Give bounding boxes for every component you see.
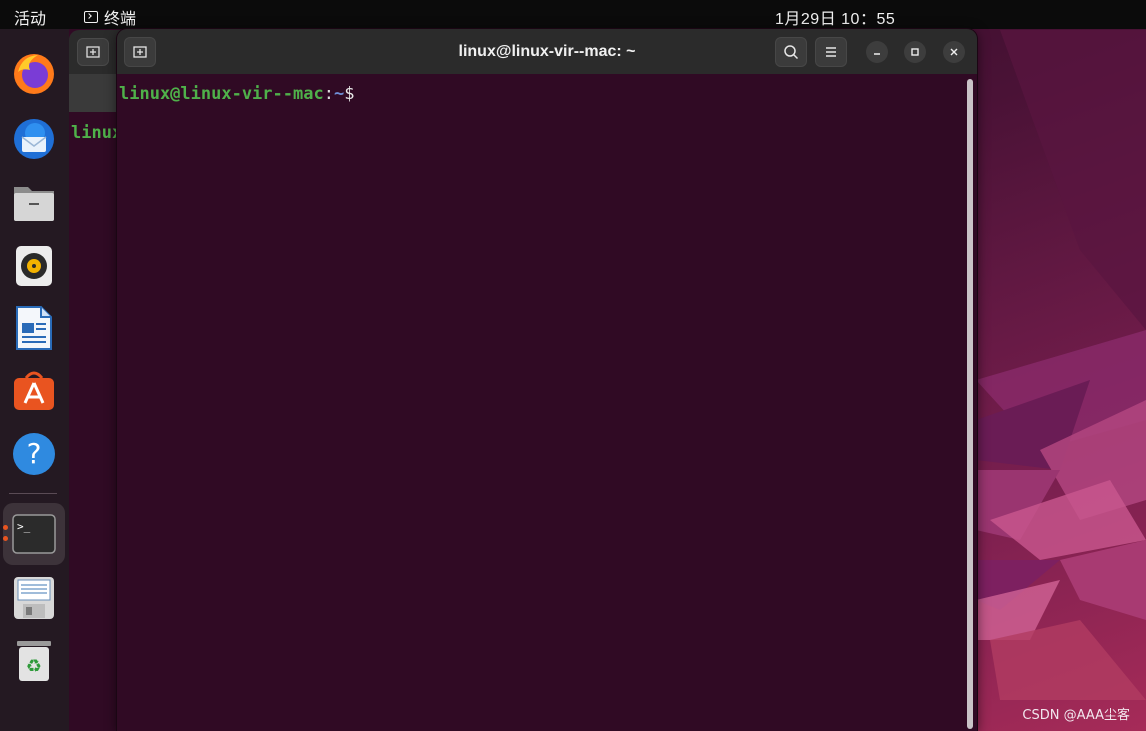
prompt-symbol: $: [344, 84, 355, 104]
close-icon: [950, 48, 958, 56]
terminal-small-icon: [84, 11, 98, 23]
vertical-scrollbar[interactable]: [967, 79, 973, 729]
app-menu-label: 终端: [104, 11, 137, 28]
dock-item-firefox[interactable]: [9, 49, 59, 99]
maximize-icon: [911, 48, 919, 56]
svg-text:>_: >_: [17, 520, 31, 533]
top-bar: 活动 终端 1月29日 10：55: [0, 0, 1146, 29]
menu-button[interactable]: [815, 37, 847, 67]
new-tab-icon: [86, 46, 100, 58]
save-drive-icon: [14, 577, 54, 619]
dock: ? >_ ♻: [0, 29, 69, 731]
search-button[interactable]: [775, 37, 807, 67]
prompt-separator: :: [323, 84, 334, 104]
svg-text:?: ?: [27, 437, 42, 470]
dock-item-rhythmbox[interactable]: [9, 241, 59, 291]
new-tab-icon: [133, 46, 147, 58]
dock-item-help[interactable]: ?: [9, 429, 59, 479]
terminal-header-bar[interactable]: linux@linux-vir--mac: ~: [117, 29, 977, 74]
dock-item-app-center[interactable]: [9, 366, 59, 416]
running-indicator: [3, 536, 8, 541]
trash-icon: ♻: [17, 641, 51, 681]
dock-item-files[interactable]: [9, 177, 59, 227]
terminal-icon: >_: [12, 514, 56, 554]
activities-button[interactable]: 活动: [14, 5, 46, 29]
app-center-icon: [14, 371, 54, 410]
minimize-icon: [874, 53, 880, 55]
firefox-icon: [14, 54, 54, 94]
dock-item-save[interactable]: [9, 573, 59, 623]
thunderbird-icon: [14, 119, 54, 159]
watermark-text: CSDN @AAA尘客: [1022, 708, 1130, 723]
maximize-button[interactable]: [904, 41, 926, 63]
dock-separator: [9, 493, 57, 494]
running-indicator: [3, 525, 8, 530]
dock-item-thunderbird[interactable]: [9, 113, 59, 163]
prompt-user-host: linux@linux-vir--mac: [119, 84, 324, 104]
dock-item-trash[interactable]: ♻: [9, 636, 59, 686]
clock[interactable]: 1月29日 10：55: [775, 5, 895, 29]
minimize-button[interactable]: [866, 41, 888, 63]
window-title: linux@linux-vir--mac: ~: [458, 43, 636, 60]
help-icon: ?: [13, 433, 55, 475]
dock-item-terminal[interactable]: >_: [9, 509, 59, 559]
prompt-path: ~: [333, 84, 345, 104]
shell-prompt: linux@linux-vir--mac:~$: [119, 84, 354, 104]
terminal-window[interactable]: linux@linux-vir--mac: ~ linux@linux-vir-…: [117, 29, 977, 731]
new-tab-button[interactable]: [77, 38, 109, 66]
svg-text:♻: ♻: [26, 656, 42, 677]
dock-item-writer[interactable]: [9, 303, 59, 353]
app-menu[interactable]: 终端: [84, 5, 136, 29]
new-tab-button[interactable]: [124, 37, 156, 67]
libreoffice-writer-icon: [16, 306, 52, 350]
rhythmbox-icon: [16, 246, 52, 286]
search-icon: [784, 45, 799, 60]
terminal-output-area[interactable]: linux@linux-vir--mac:~$: [117, 74, 977, 731]
hamburger-menu-icon: [826, 47, 836, 57]
background-prompt-text: linux: [71, 123, 123, 143]
close-button[interactable]: [943, 41, 965, 63]
files-icon: [14, 187, 54, 221]
